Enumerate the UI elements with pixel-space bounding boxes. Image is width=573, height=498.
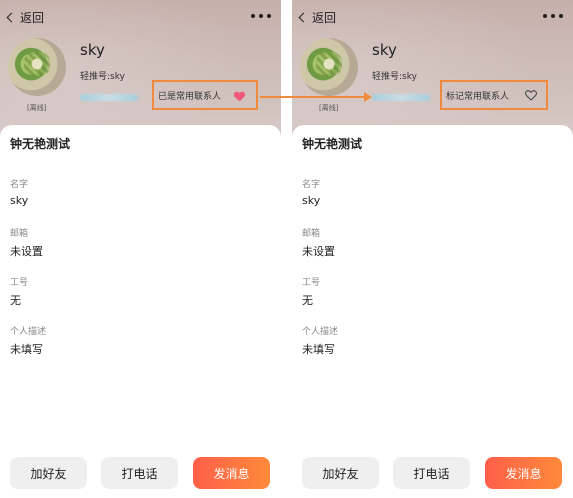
profile-screen-before: 返回 [离线] sky 轻推号:sky 已是常用联系人 钟无艳测试 名字 sky… (0, 0, 281, 498)
field-label-email: 邮箱 (302, 229, 321, 239)
info-card: 钟无艳测试 名字 sky 邮箱 未设置 工号 无 个人描述 未填写 加好友 打电… (0, 125, 281, 498)
comparison-stage: 返回 [离线] sky 轻推号:sky 已是常用联系人 钟无艳测试 名字 sky… (0, 0, 573, 498)
status-label: [离线] (319, 104, 339, 112)
heart-filled-icon (234, 92, 244, 101)
profile-screen-after: 返回 [离线] sky 轻推号:sky 标记常用联系人 钟无艳测试 名字 sky… (292, 0, 573, 498)
profile-name: sky (80, 41, 105, 59)
account-id: 轻推号:sky (80, 72, 125, 82)
favorite-contact-toggle[interactable]: 标记常用联系人 (440, 80, 548, 110)
field-label-email: 邮箱 (10, 229, 29, 239)
field-value-employee-id: 无 (302, 294, 313, 307)
heart-outline-icon (525, 90, 537, 101)
field-value-employee-id: 无 (10, 294, 21, 307)
back-button[interactable]: 返回 (6, 8, 45, 26)
organization-title: 钟无艳测试 (10, 137, 71, 151)
send-message-button[interactable]: 发消息 (485, 457, 562, 489)
arrow-right-icon (260, 92, 372, 102)
back-chevron-icon (298, 12, 309, 23)
call-button[interactable]: 打电话 (393, 457, 470, 489)
field-value-name: sky (302, 194, 321, 207)
avatar[interactable] (8, 38, 66, 96)
avatar[interactable] (300, 38, 358, 96)
add-friend-button[interactable]: 加好友 (302, 457, 379, 489)
favorite-contact-toggle[interactable]: 已是常用联系人 (152, 80, 258, 110)
back-label: 返回 (312, 10, 337, 25)
field-value-email: 未设置 (302, 245, 335, 258)
field-label-description: 个人描述 (10, 327, 47, 337)
more-dots-icon (543, 14, 547, 18)
phone-number-redacted (80, 94, 138, 101)
back-label: 返回 (20, 10, 45, 25)
call-button[interactable]: 打电话 (101, 457, 178, 489)
send-message-button[interactable]: 发消息 (193, 457, 270, 489)
favorite-label: 已是常用联系人 (158, 91, 222, 102)
status-label: [离线] (27, 104, 47, 112)
field-value-email: 未设置 (10, 245, 43, 258)
field-label-name: 名字 (302, 180, 321, 190)
add-friend-button[interactable]: 加好友 (10, 457, 87, 489)
organization-title: 钟无艳测试 (302, 137, 363, 151)
favorite-label: 标记常用联系人 (446, 91, 510, 102)
account-id: 轻推号:sky (372, 72, 417, 82)
field-value-description: 未填写 (10, 343, 43, 356)
field-label-employee-id: 工号 (10, 278, 29, 288)
field-label-employee-id: 工号 (302, 278, 321, 288)
back-chevron-icon (6, 12, 17, 23)
field-label-description: 个人描述 (302, 327, 339, 337)
more-dots-icon (251, 14, 255, 18)
field-value-name: sky (10, 194, 29, 207)
phone-number-redacted (372, 94, 430, 101)
field-value-description: 未填写 (302, 343, 335, 356)
back-button[interactable]: 返回 (298, 8, 337, 26)
field-label-name: 名字 (10, 180, 29, 190)
more-button[interactable] (543, 8, 563, 24)
more-button[interactable] (251, 8, 271, 24)
info-card: 钟无艳测试 名字 sky 邮箱 未设置 工号 无 个人描述 未填写 加好友 打电… (292, 125, 573, 498)
profile-name: sky (372, 41, 397, 59)
